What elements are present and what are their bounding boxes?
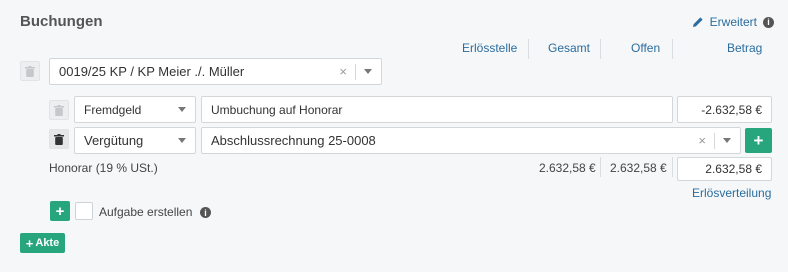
chevron-down-icon[interactable] — [178, 138, 186, 143]
column-divider — [600, 157, 601, 177]
add-invoice-button[interactable]: + — [745, 128, 772, 153]
invoice-select-value: Abschlussrechnung 25-0008 — [211, 133, 376, 148]
trash-icon — [54, 104, 64, 116]
invoice-select[interactable]: Abschlussrechnung 25-0008 × — [201, 127, 741, 154]
plus-icon: + — [55, 202, 65, 220]
column-divider — [672, 39, 673, 59]
file-select[interactable]: 0019/25 KP / KP Meier ./. Müller × — [49, 58, 382, 85]
divider — [355, 63, 356, 80]
amount-value: -2.632,58 € — [701, 102, 762, 117]
clear-icon[interactable]: × — [698, 133, 706, 148]
chevron-down-icon[interactable] — [178, 107, 186, 112]
fee-amount-value: 2.632,58 € — [705, 162, 762, 176]
trash-icon — [25, 65, 35, 77]
plus-icon: + — [25, 235, 34, 251]
fee-amount-input[interactable]: 2.632,58 € — [677, 157, 772, 181]
pencil-icon — [692, 17, 703, 27]
fee-open: 2.632,58 € — [610, 161, 667, 175]
file-select-value: 0019/25 KP / KP Meier ./. Müller — [59, 64, 245, 79]
chevron-down-icon[interactable] — [723, 138, 731, 143]
add-task-button[interactable]: + — [50, 201, 70, 221]
revenue-distribution-link[interactable]: Erlösverteilung — [692, 186, 771, 200]
create-task-label: Aufgabe erstellen — [99, 205, 193, 219]
delete-row-button[interactable] — [49, 129, 69, 149]
delete-row-button[interactable] — [49, 100, 69, 120]
column-header-offen[interactable]: Offen — [631, 41, 660, 55]
info-icon[interactable]: i — [200, 207, 211, 218]
chevron-down-icon[interactable] — [364, 69, 372, 74]
booking-type-select[interactable]: Vergütung — [74, 127, 196, 154]
advanced-label[interactable]: Erweitert — [710, 15, 757, 29]
column-divider — [528, 39, 529, 59]
divider — [714, 132, 715, 149]
advanced-toggle[interactable]: Erweitert i — [692, 15, 774, 29]
add-file-label: Akte — [35, 237, 60, 249]
clear-icon[interactable]: × — [339, 64, 347, 79]
booking-type-select[interactable]: Fremdgeld — [74, 96, 196, 123]
section-title: Buchungen — [20, 13, 103, 30]
column-divider — [672, 157, 673, 177]
column-divider — [600, 39, 601, 59]
fee-label: Honorar (19 % USt.) — [49, 161, 158, 175]
description-value: Umbuchung auf Honorar — [211, 102, 343, 117]
delete-file-button[interactable] — [20, 61, 40, 81]
trash-icon — [54, 133, 64, 145]
amount-input[interactable]: -2.632,58 € — [677, 96, 772, 123]
description-input[interactable]: Umbuchung auf Honorar — [201, 96, 673, 123]
column-header-erloesstelle[interactable]: Erlösstelle — [462, 41, 517, 55]
booking-type-value: Vergütung — [84, 133, 144, 148]
booking-type-value: Fremdgeld — [84, 102, 142, 117]
add-file-button[interactable]: + Akte — [20, 233, 65, 253]
create-task-checkbox[interactable] — [75, 202, 93, 220]
info-icon[interactable]: i — [763, 16, 774, 28]
fee-total: 2.632,58 € — [539, 161, 596, 175]
column-header-gesamt[interactable]: Gesamt — [548, 41, 590, 55]
column-header-betrag[interactable]: Betrag — [727, 41, 762, 55]
plus-icon: + — [753, 130, 764, 150]
